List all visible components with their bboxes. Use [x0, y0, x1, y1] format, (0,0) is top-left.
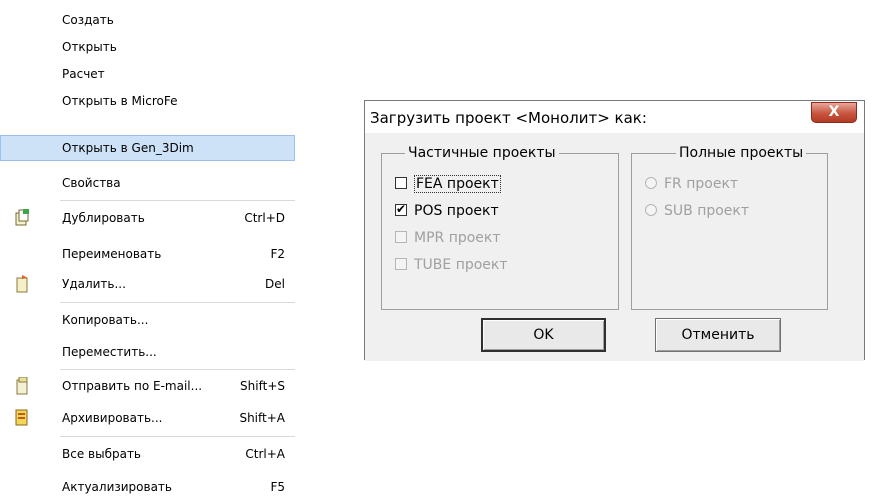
partial-projects-group: Частичные проекты FEA проект ✔ POS проек… — [381, 145, 619, 310]
menu-item-label: Архивировать... — [62, 411, 163, 425]
menu-item-label: Удалить... — [62, 277, 126, 291]
menu-item-select-all[interactable]: Все выбрать Ctrl+A — [0, 441, 295, 467]
radio-label: FR проект — [664, 176, 739, 192]
menu-item-archive[interactable]: Архивировать... Shift+A — [0, 405, 295, 431]
checkbox-label: POS проект — [414, 203, 499, 219]
partial-projects-legend: Частичные проекты — [405, 145, 559, 161]
menu-item-label: Создать — [62, 13, 114, 27]
menu-item-properties[interactable]: Свойства — [0, 170, 295, 196]
menu-item-shortcut: Shift+A — [239, 411, 285, 425]
menu-separator — [60, 436, 295, 437]
menu-item-label: Свойства — [62, 176, 121, 190]
send-email-icon — [16, 377, 28, 395]
menu-item-shortcut: Ctrl+A — [245, 447, 285, 461]
radio-circle — [645, 204, 657, 216]
full-projects-group: Полные проекты FR проект SUB проект — [631, 145, 828, 310]
load-project-dialog: Загрузить проект <Монолит> как: X Частич… — [364, 100, 865, 361]
menu-item-refresh[interactable]: Актуализировать F5 — [0, 474, 295, 500]
menu-item-label: Открыть в Gen_3Dim — [62, 141, 194, 155]
menu-item-duplicate[interactable]: Дублировать Ctrl+D — [0, 205, 295, 231]
menu-item-open[interactable]: Открыть — [0, 34, 295, 60]
menu-item-open-in-gen3dim[interactable]: Открыть в Gen_3Dim — [0, 135, 295, 161]
menu-item-shortcut: F2 — [270, 247, 285, 261]
menu-separator — [60, 200, 295, 201]
delete-icon — [16, 275, 28, 293]
menu-item-label: Все выбрать — [62, 447, 142, 461]
checkbox-box[interactable]: ✔ — [395, 202, 407, 216]
menu-item-label: Актуализировать — [62, 480, 172, 494]
checkbox-box — [395, 231, 407, 243]
ok-button[interactable]: OK — [481, 318, 606, 352]
menu-item-move[interactable]: Переместить... — [0, 339, 295, 365]
menu-item-calculate[interactable]: Расчет — [0, 61, 295, 87]
menu-item-shortcut: F5 — [270, 480, 285, 494]
radio-label: SUB проект — [664, 203, 750, 219]
menu-item-label: Переименовать — [62, 247, 162, 261]
menu-item-delete[interactable]: Удалить... Del — [0, 271, 295, 297]
checkbox-label: FEA проект — [414, 175, 501, 193]
menu-item-open-in-microfe[interactable]: Открыть в MicroFe — [0, 88, 295, 114]
menu-item-label: Дублировать — [62, 211, 145, 225]
menu-separator — [60, 302, 295, 303]
checkbox-box — [395, 258, 407, 270]
full-projects-legend: Полные проекты — [676, 145, 807, 161]
check-mark-icon: ✔ — [396, 202, 407, 216]
menu-item-copy[interactable]: Копировать... — [0, 307, 295, 333]
menu-item-create[interactable]: Создать — [0, 7, 295, 33]
cancel-button[interactable]: Отменить — [655, 318, 781, 352]
dialog-body: Частичные проекты FEA проект ✔ POS проек… — [365, 133, 864, 361]
menu-item-label: Открыть — [62, 40, 117, 54]
context-menu: Создать Открыть Расчет Открыть в MicroFe… — [0, 0, 300, 495]
dialog-titlebar: Загрузить проект <Монолит> как: X — [365, 101, 864, 133]
menu-separator — [60, 369, 295, 370]
menu-item-label: Отправить по E-mail... — [62, 379, 203, 393]
menu-item-send-email[interactable]: Отправить по E-mail... Shift+S — [0, 373, 295, 399]
menu-item-label: Переместить... — [62, 345, 157, 359]
checkbox-label: MPR проект — [414, 230, 501, 246]
close-icon: X — [828, 104, 840, 120]
radio-circle — [645, 177, 657, 189]
menu-item-shortcut: Del — [265, 277, 285, 291]
menu-item-label: Расчет — [62, 67, 105, 81]
archive-icon — [15, 409, 28, 426]
menu-item-rename[interactable]: Переименовать F2 — [0, 241, 295, 267]
menu-item-label: Копировать... — [62, 313, 149, 327]
duplicate-icon — [15, 209, 29, 226]
checkbox-label: TUBE проект — [414, 257, 508, 273]
menu-item-shortcut: Shift+S — [240, 379, 285, 393]
menu-item-label: Открыть в MicroFe — [62, 94, 178, 108]
close-button[interactable]: X — [811, 102, 857, 123]
checkbox-box[interactable] — [395, 177, 407, 189]
dialog-title: Загрузить проект <Монолит> как: — [370, 109, 647, 127]
menu-item-shortcut: Ctrl+D — [244, 211, 285, 225]
